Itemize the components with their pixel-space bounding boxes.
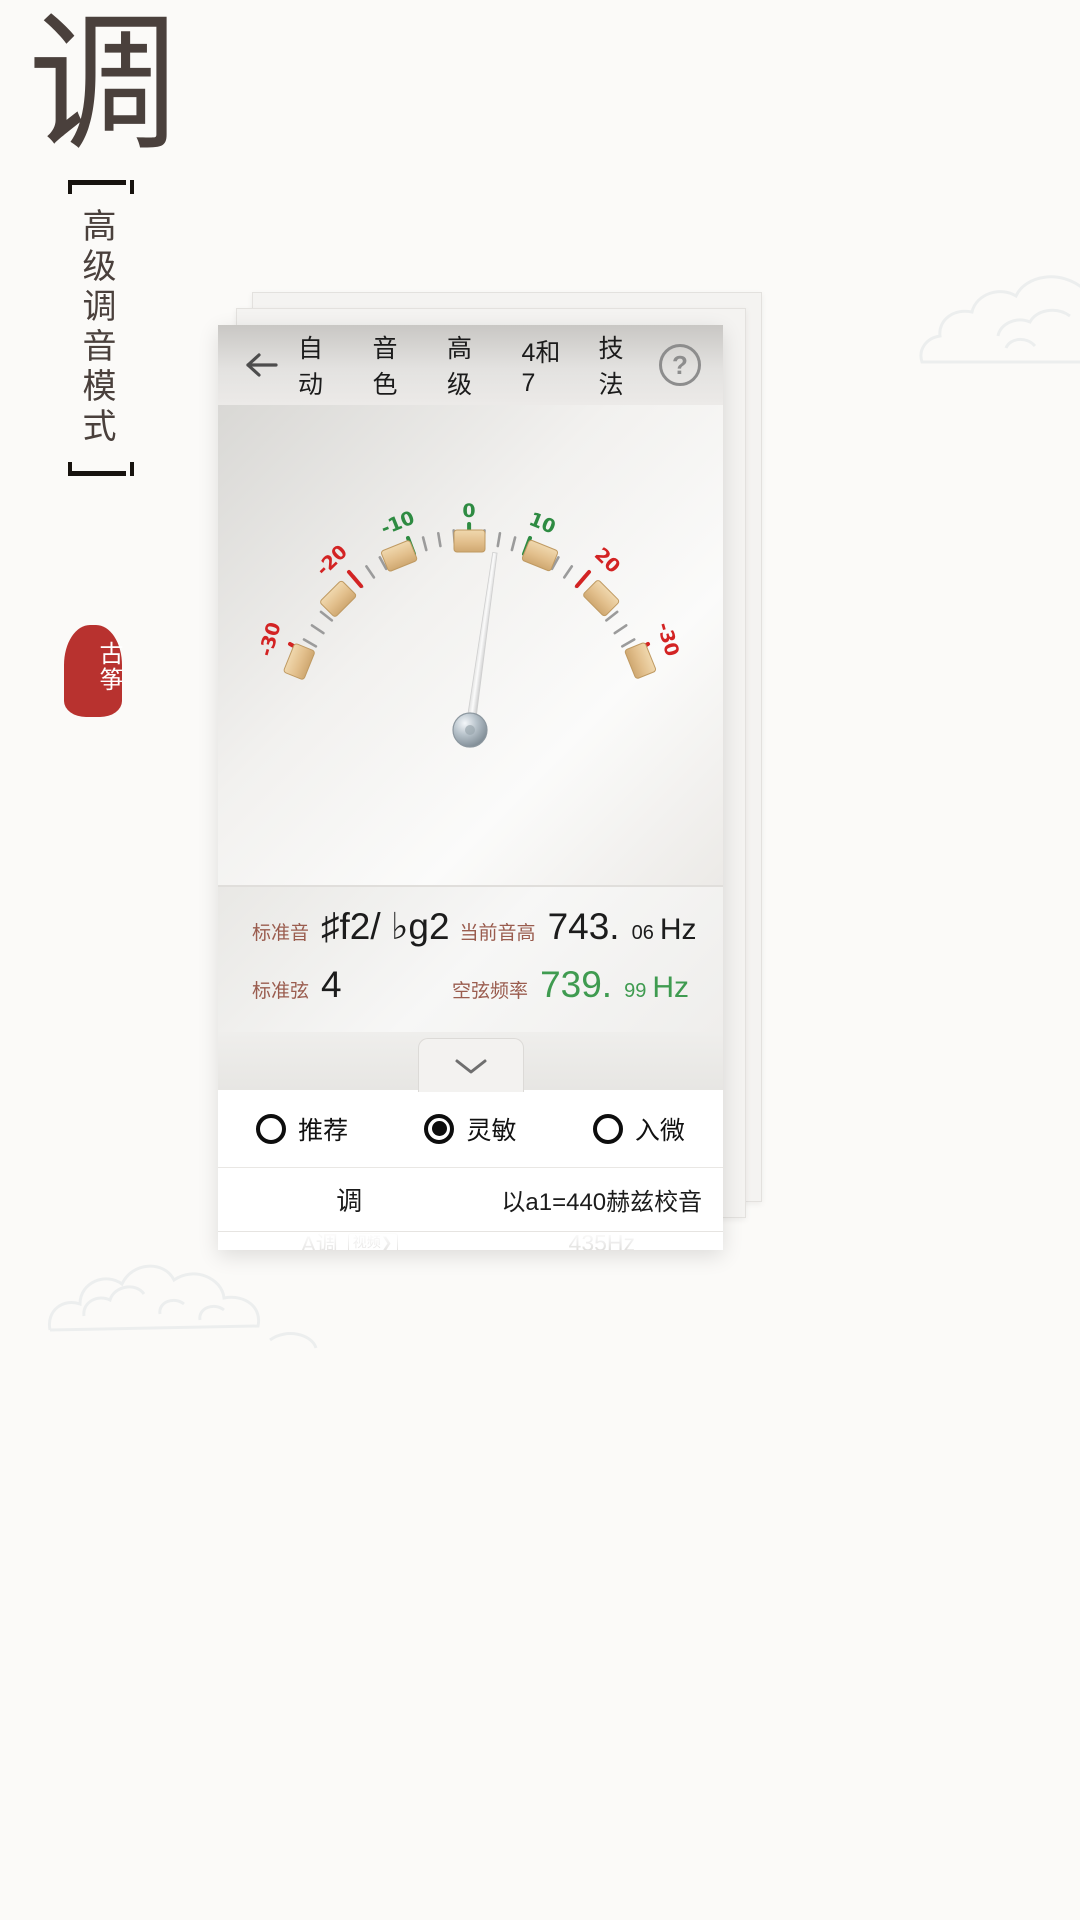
poster-big-character: 调	[28, 0, 179, 172]
key-name: A调 视频❯	[218, 1232, 481, 1250]
current-pitch-unit: Hz	[659, 913, 697, 946]
table-row[interactable]: A调 视频❯ 435Hz	[218, 1232, 723, 1250]
tab-advanced[interactable]: 高级	[433, 325, 507, 425]
svg-text:-30: -30	[652, 620, 683, 659]
sensitivity-label-sensitive: 灵敏	[466, 1116, 517, 1145]
sensitivity-option-recommended[interactable]: 推荐	[256, 1111, 348, 1147]
sensitivity-radio-group: 推荐 灵敏 入微	[218, 1090, 723, 1168]
tuner-app-screen: 自动 音色 高级 4和7 技法 ? -30 -20 -10 0 10 20 -3…	[218, 325, 723, 1250]
open-string-frequency-label: 空弦频率	[452, 981, 529, 1002]
tab-technique[interactable]: 技法	[585, 325, 659, 407]
sensitivity-label-fine: 入微	[634, 1116, 685, 1145]
gauge-needle	[465, 551, 498, 732]
sensitivity-label-recommended: 推荐	[298, 1116, 349, 1145]
bracket-top-ornament	[68, 180, 134, 194]
sensitivity-option-sensitive[interactable]: 灵敏	[424, 1111, 517, 1147]
tuner-readout-panel: 标准音 ♯f2/ ♭g2 当前音高 743. 06 Hz 标准弦 4 空弦频率 …	[218, 885, 723, 1032]
current-pitch-value: 743.	[547, 906, 620, 947]
app-navbar: 自动 音色 高级 4和7 技法 ?	[218, 325, 723, 425]
standard-note-value: ♯f2/ ♭g2	[321, 906, 450, 947]
readout-row-string: 标准弦 4 空弦频率 739. 99 Hz	[252, 964, 689, 1006]
radio-icon-sensitive[interactable]	[424, 1113, 455, 1144]
current-pitch-decimal: 06	[631, 922, 654, 944]
tuner-gauge-dial: -30 -20 -10 0 10 20 -30	[255, 500, 683, 748]
question-mark-icon[interactable]: ?	[659, 344, 701, 386]
svg-text:-20: -20	[312, 541, 352, 581]
readout-row-pitch: 标准音 ♯f2/ ♭g2 当前音高 743. 06 Hz	[252, 905, 697, 948]
open-string-frequency-decimal: 99	[624, 980, 647, 1002]
video-badge[interactable]: 视频❯	[347, 1233, 398, 1250]
svg-text:-10: -10	[378, 507, 418, 540]
poster-left-column: 调 高级调音模式 古筝	[0, 0, 220, 820]
open-string-frequency-unit: Hz	[652, 971, 689, 1004]
cloud-decoration-top-right	[919, 275, 1080, 364]
svg-text:0: 0	[462, 500, 475, 522]
standard-string-value: 4	[321, 964, 342, 1005]
svg-text:-30: -30	[255, 620, 286, 659]
radio-icon-fine[interactable]	[592, 1113, 623, 1144]
standard-string-label: 标准弦	[252, 981, 310, 1002]
key-frequency: 435Hz	[568, 1232, 636, 1250]
bracket-bottom-ornament	[68, 462, 134, 476]
key-table-header-key: 调	[336, 1186, 363, 1216]
svg-text:10: 10	[526, 508, 559, 538]
poster-seal-text: 古筝	[95, 641, 123, 693]
panel-collapse-area	[218, 1032, 723, 1092]
poster-vertical-title-block: 高级调音模式	[62, 180, 134, 476]
open-string-frequency-value: 739.	[540, 964, 613, 1005]
current-pitch-label: 当前音高	[459, 923, 536, 944]
back-arrow-icon[interactable]	[240, 343, 284, 387]
poster-vertical-title: 高级调音模式	[76, 208, 116, 448]
mode-tab-list: 自动 音色 高级 4和7 技法	[284, 325, 659, 425]
standard-note-label: 标准音	[252, 923, 310, 944]
tab-4and7[interactable]: 4和7	[507, 327, 584, 404]
key-name-text: A调	[301, 1232, 338, 1250]
tab-timbre[interactable]: 音色	[358, 325, 432, 407]
sensitivity-option-fine[interactable]: 入微	[592, 1111, 685, 1147]
svg-text:20: 20	[590, 544, 624, 578]
tuner-gauge-panel: -30 -20 -10 0 10 20 -30	[218, 405, 723, 885]
tab-auto[interactable]: 自动	[284, 325, 358, 407]
key-table-header: 调 以a1=440赫兹校音	[218, 1168, 723, 1232]
key-table-header-frequency: 以a1=440赫兹校音	[501, 1189, 703, 1216]
poster-red-seal: 古筝	[64, 625, 123, 717]
key-table-body[interactable]: A调 视频❯ 435Hz A调 视频❯ 436Hz ♭B调/ ♯ A调 视频❯ …	[218, 1232, 723, 1250]
chevron-down-icon[interactable]	[417, 1038, 524, 1092]
radio-icon-recommended[interactable]	[256, 1113, 287, 1144]
